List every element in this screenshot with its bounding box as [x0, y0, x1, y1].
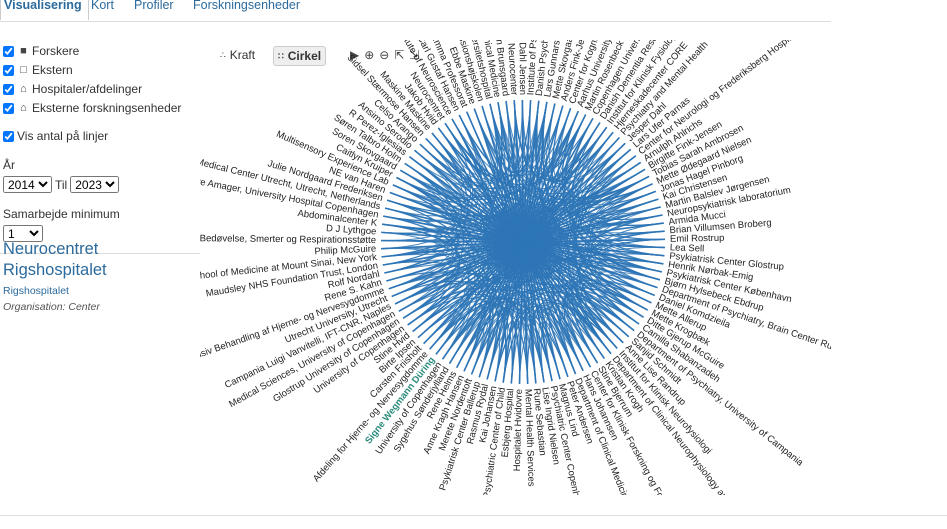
house-outline-icon: ⌂: [20, 102, 27, 114]
org-title[interactable]: Neurocentret Rigshospitalet: [3, 239, 198, 281]
footer-divider: [0, 515, 947, 516]
external-units-checkbox[interactable]: [3, 102, 14, 114]
edge-cluster: [483, 202, 563, 282]
filter-hospitals[interactable]: ⌂ Hospitaler/afdelinger: [3, 82, 142, 96]
year-to-select[interactable]: 2023: [70, 176, 120, 193]
show-count-label: Vis antal på linjer: [17, 129, 109, 143]
researchers-checkbox[interactable]: [3, 45, 14, 57]
year-range: 2014 Til 2023: [3, 176, 120, 193]
show-count-toggle[interactable]: Vis antal på linjer: [3, 129, 108, 143]
filter-external-units[interactable]: ⌂ Eksterne forskningsenheder: [3, 101, 181, 115]
year-separator: Til: [55, 177, 68, 192]
tab-visualisering[interactable]: Visualisering: [0, 0, 89, 20]
tab-forskningsenheder[interactable]: Forskningsenheder: [193, 0, 300, 12]
person-icon: ■: [20, 45, 27, 57]
show-count-checkbox[interactable]: [3, 130, 14, 142]
tab-bar: Visualisering Kort Profiler Forskningsen…: [0, 0, 831, 22]
network-graph[interactable]: Ebbe Maskine Professionshøjskolen Aarhus U…: [200, 40, 831, 495]
external-checkbox[interactable]: [3, 64, 14, 76]
network-svg: Ebbe MaskineProfessionshøjskolenAarhus U…: [200, 40, 831, 495]
org-type: Organisation: Center: [3, 301, 100, 313]
org-parent-link[interactable]: Rigshospitalet: [3, 285, 69, 297]
external-units-label: Eksterne forskningsenheder: [32, 101, 182, 115]
external-label: Ekstern: [32, 63, 73, 77]
hospitals-checkbox[interactable]: [3, 83, 14, 95]
researchers-label: Forskere: [32, 44, 80, 58]
tab-profiler[interactable]: Profiler: [134, 0, 174, 12]
person-outline-icon: □: [20, 64, 27, 76]
hospitals-label: Hospitaler/afdelinger: [32, 82, 143, 96]
year-from-select[interactable]: 2014: [3, 176, 52, 193]
filter-researchers[interactable]: ■ Forskere: [3, 44, 79, 58]
house-icon: ⌂: [20, 83, 27, 95]
filter-external[interactable]: □ Ekstern: [3, 63, 73, 77]
tab-kort[interactable]: Kort: [91, 0, 114, 12]
year-label: År: [3, 158, 15, 172]
collab-label: Samarbejde minimum: [3, 207, 120, 221]
